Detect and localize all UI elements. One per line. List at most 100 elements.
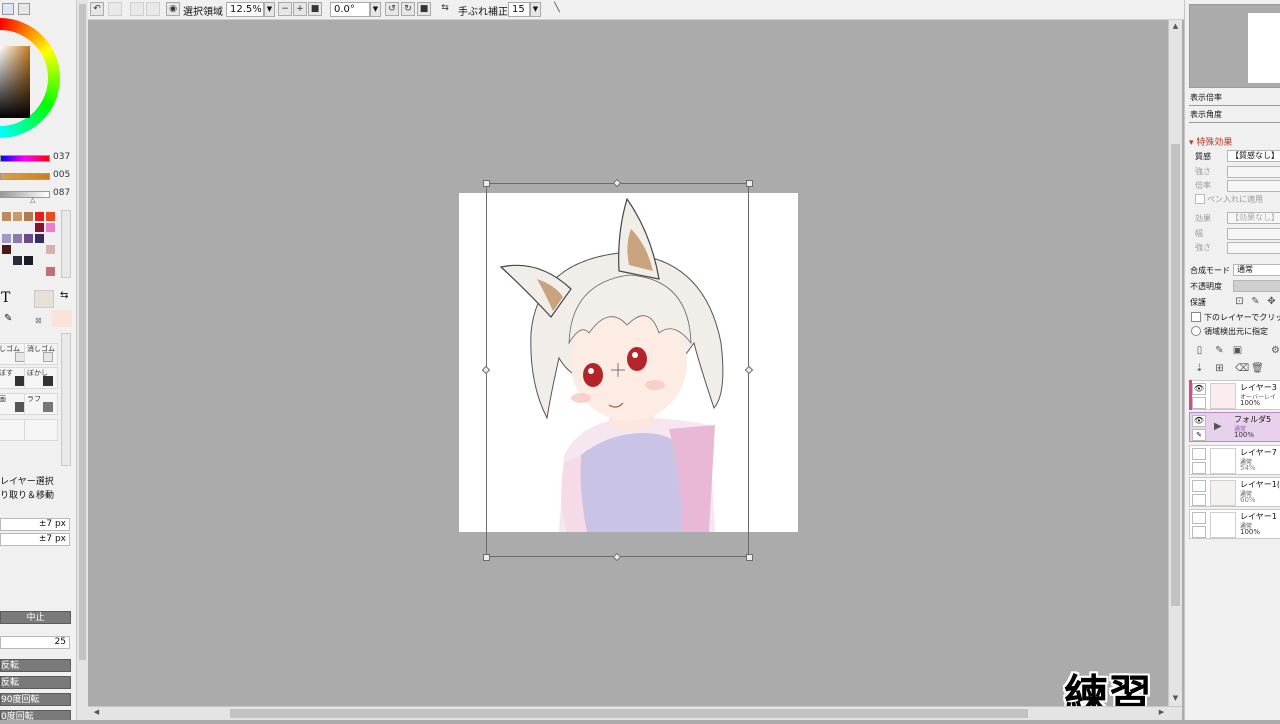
layer-select-option[interactable]: レイヤー選択	[0, 474, 54, 487]
tool-rough[interactable]: ラフ	[24, 393, 58, 415]
rotate-reset-icon[interactable]: ■	[417, 2, 431, 16]
redo-icon[interactable]	[108, 2, 122, 16]
visibility-eye-icon[interactable]	[1192, 512, 1206, 524]
rotate-90-button[interactable]: 90度回転	[0, 693, 71, 706]
transform-handle-top-left[interactable]	[483, 180, 490, 187]
undo-icon[interactable]: ↶	[90, 2, 104, 16]
hue-value: 037	[53, 152, 71, 162]
flip-horizontal-button[interactable]: 反転	[0, 659, 71, 672]
pen-apply-checkbox[interactable]	[1195, 194, 1205, 204]
tool-empty-2[interactable]	[24, 419, 58, 441]
visibility-eye-icon[interactable]: 👁	[1192, 415, 1206, 427]
rotate-right-icon[interactable]: ↻	[401, 2, 415, 16]
selection-source-radio[interactable]	[1191, 326, 1201, 336]
canvas-horizontal-scrollbar[interactable]: ◀ ▶	[88, 706, 1182, 720]
text-tool-icon[interactable]: T	[1, 290, 10, 306]
layer-lock-icon[interactable]	[1192, 526, 1206, 538]
layer-row[interactable]: レイヤー7 通常 54%	[1189, 445, 1280, 475]
visibility-eye-icon[interactable]: 👁	[1192, 383, 1206, 395]
layer-row[interactable]: 👁 レイヤー3 オーバーレイ 100%	[1189, 380, 1280, 410]
cancel-button[interactable]: 中止	[0, 611, 71, 624]
flip-vertical-button[interactable]: 反転	[0, 676, 71, 689]
primary-color-swatch[interactable]	[34, 290, 54, 308]
stabilizer-field[interactable]: 15	[508, 2, 530, 17]
angle-field[interactable]: 0.0°	[330, 2, 370, 17]
visibility-eye-icon[interactable]	[1192, 480, 1206, 492]
saturation-value-square[interactable]	[0, 46, 30, 118]
grid-icon[interactable]	[2, 3, 14, 15]
layer-row[interactable]: レイヤー1 通常 100%	[1189, 509, 1280, 539]
layer-row[interactable]: レイヤー1( 通常 60%	[1189, 477, 1280, 507]
offset-x-field[interactable]: ±7 px	[0, 518, 70, 531]
swap-colors-icon[interactable]: ⇆	[60, 290, 68, 301]
view-zoom-slider[interactable]	[1189, 100, 1280, 106]
transform-handle-bottom-left[interactable]	[483, 554, 490, 561]
layer-opacity: 54%	[1240, 464, 1256, 472]
secondary-color-swatch[interactable]	[52, 310, 72, 327]
offset-y-field[interactable]: ±7 px	[0, 533, 70, 546]
flip-view-icon[interactable]: ⇆	[438, 2, 452, 16]
transform-selection-box[interactable]	[486, 183, 749, 557]
layer-lock-icon[interactable]	[1192, 494, 1206, 506]
layer-settings-icon[interactable]: ⚙	[1269, 344, 1280, 357]
clip-checkbox[interactable]	[1191, 312, 1201, 322]
zoom-field[interactable]: 12.5%	[226, 2, 264, 17]
saturation-slider[interactable]: 005	[0, 170, 76, 182]
navigator-preview[interactable]	[1189, 4, 1280, 88]
invert-selection-icon[interactable]	[146, 2, 160, 16]
new-vector-layer-icon[interactable]: ✎	[1213, 344, 1226, 357]
clear-layer-icon[interactable]: ⌫	[1235, 362, 1249, 375]
stabilizer-dropdown-icon[interactable]: ▼	[530, 2, 541, 17]
layer-edit-icon[interactable]: ✎	[1192, 429, 1206, 441]
visibility-eye-icon[interactable]	[1192, 448, 1206, 460]
protect-move-icon[interactable]: ✥	[1265, 295, 1278, 308]
zoom-reset-icon[interactable]: ■	[308, 2, 322, 16]
transform-handle-bottom-right[interactable]	[746, 554, 753, 561]
new-folder-icon[interactable]: ▣	[1231, 344, 1244, 357]
new-layer-icon[interactable]: ▯	[1193, 344, 1206, 357]
tool-blur[interactable]: ぼかし	[24, 367, 58, 389]
canvas-vertical-scrollbar[interactable]: ▲ ▼	[1168, 20, 1182, 706]
rotate-minus-90-button[interactable]: 0度回転	[0, 710, 71, 720]
rotate-left-icon[interactable]: ↺	[385, 2, 399, 16]
layer-lock-icon[interactable]	[1192, 462, 1206, 474]
protect-draw-icon[interactable]: ✎	[1249, 295, 1262, 308]
transfer-down-icon[interactable]: ⇣	[1193, 362, 1206, 375]
zoom-dropdown-icon[interactable]: ▼	[264, 2, 275, 17]
zoom-out-icon[interactable]: −	[278, 2, 292, 16]
left-panel-scrollbar[interactable]	[76, 0, 88, 720]
eyedropper-icon[interactable]: ✎	[4, 313, 12, 324]
deselect-icon[interactable]	[130, 2, 144, 16]
transform-handle-top-right[interactable]	[746, 180, 753, 187]
tool-eraser[interactable]: 消しゴム	[24, 343, 58, 365]
zoom-in-icon[interactable]: +	[293, 2, 307, 16]
transparent-color-icon[interactable]: ⊠	[35, 316, 42, 325]
hue-slider[interactable]: 037	[0, 152, 76, 164]
value-25-field[interactable]: 25	[0, 636, 70, 649]
merge-down-icon[interactable]: ⊞	[1213, 362, 1226, 375]
cut-move-option[interactable]: り取り＆移動	[0, 488, 54, 501]
texture-dropdown[interactable]: 【質感なし】	[1227, 150, 1280, 162]
layer-folder-row[interactable]: 👁 ✎ ▶ フォルダ5 通常 100%	[1189, 412, 1280, 442]
swatch-grid[interactable]	[0, 210, 60, 280]
effect-strength-slider[interactable]	[1227, 242, 1280, 254]
width-slider[interactable]	[1227, 228, 1280, 240]
delete-layer-icon[interactable]: 🗑	[1251, 362, 1264, 375]
value-slider[interactable]: 087	[0, 188, 76, 200]
swatch-scrollbar[interactable]	[61, 210, 71, 278]
straight-line-icon[interactable]: ╲	[550, 2, 564, 16]
blend-mode-dropdown[interactable]: 通常	[1233, 264, 1280, 276]
tool-scrollbar[interactable]	[61, 333, 71, 466]
effects-header[interactable]: ▾ 特殊効果	[1189, 135, 1232, 148]
layer-lock-icon[interactable]	[1192, 397, 1206, 409]
palette-icon[interactable]	[18, 3, 30, 15]
opacity-slider[interactable]	[1233, 280, 1280, 292]
scale-slider[interactable]	[1227, 180, 1280, 192]
effect-dropdown[interactable]: 【効果なし】	[1227, 212, 1280, 224]
selection-visibility-icon[interactable]: ◉	[166, 2, 180, 16]
angle-dropdown-icon[interactable]: ▼	[370, 2, 381, 17]
protect-transparency-icon[interactable]: ⊡	[1233, 295, 1246, 308]
strength-slider[interactable]	[1227, 166, 1280, 178]
folder-expand-icon[interactable]: ▶	[1214, 421, 1222, 432]
view-angle-slider[interactable]	[1189, 117, 1280, 123]
